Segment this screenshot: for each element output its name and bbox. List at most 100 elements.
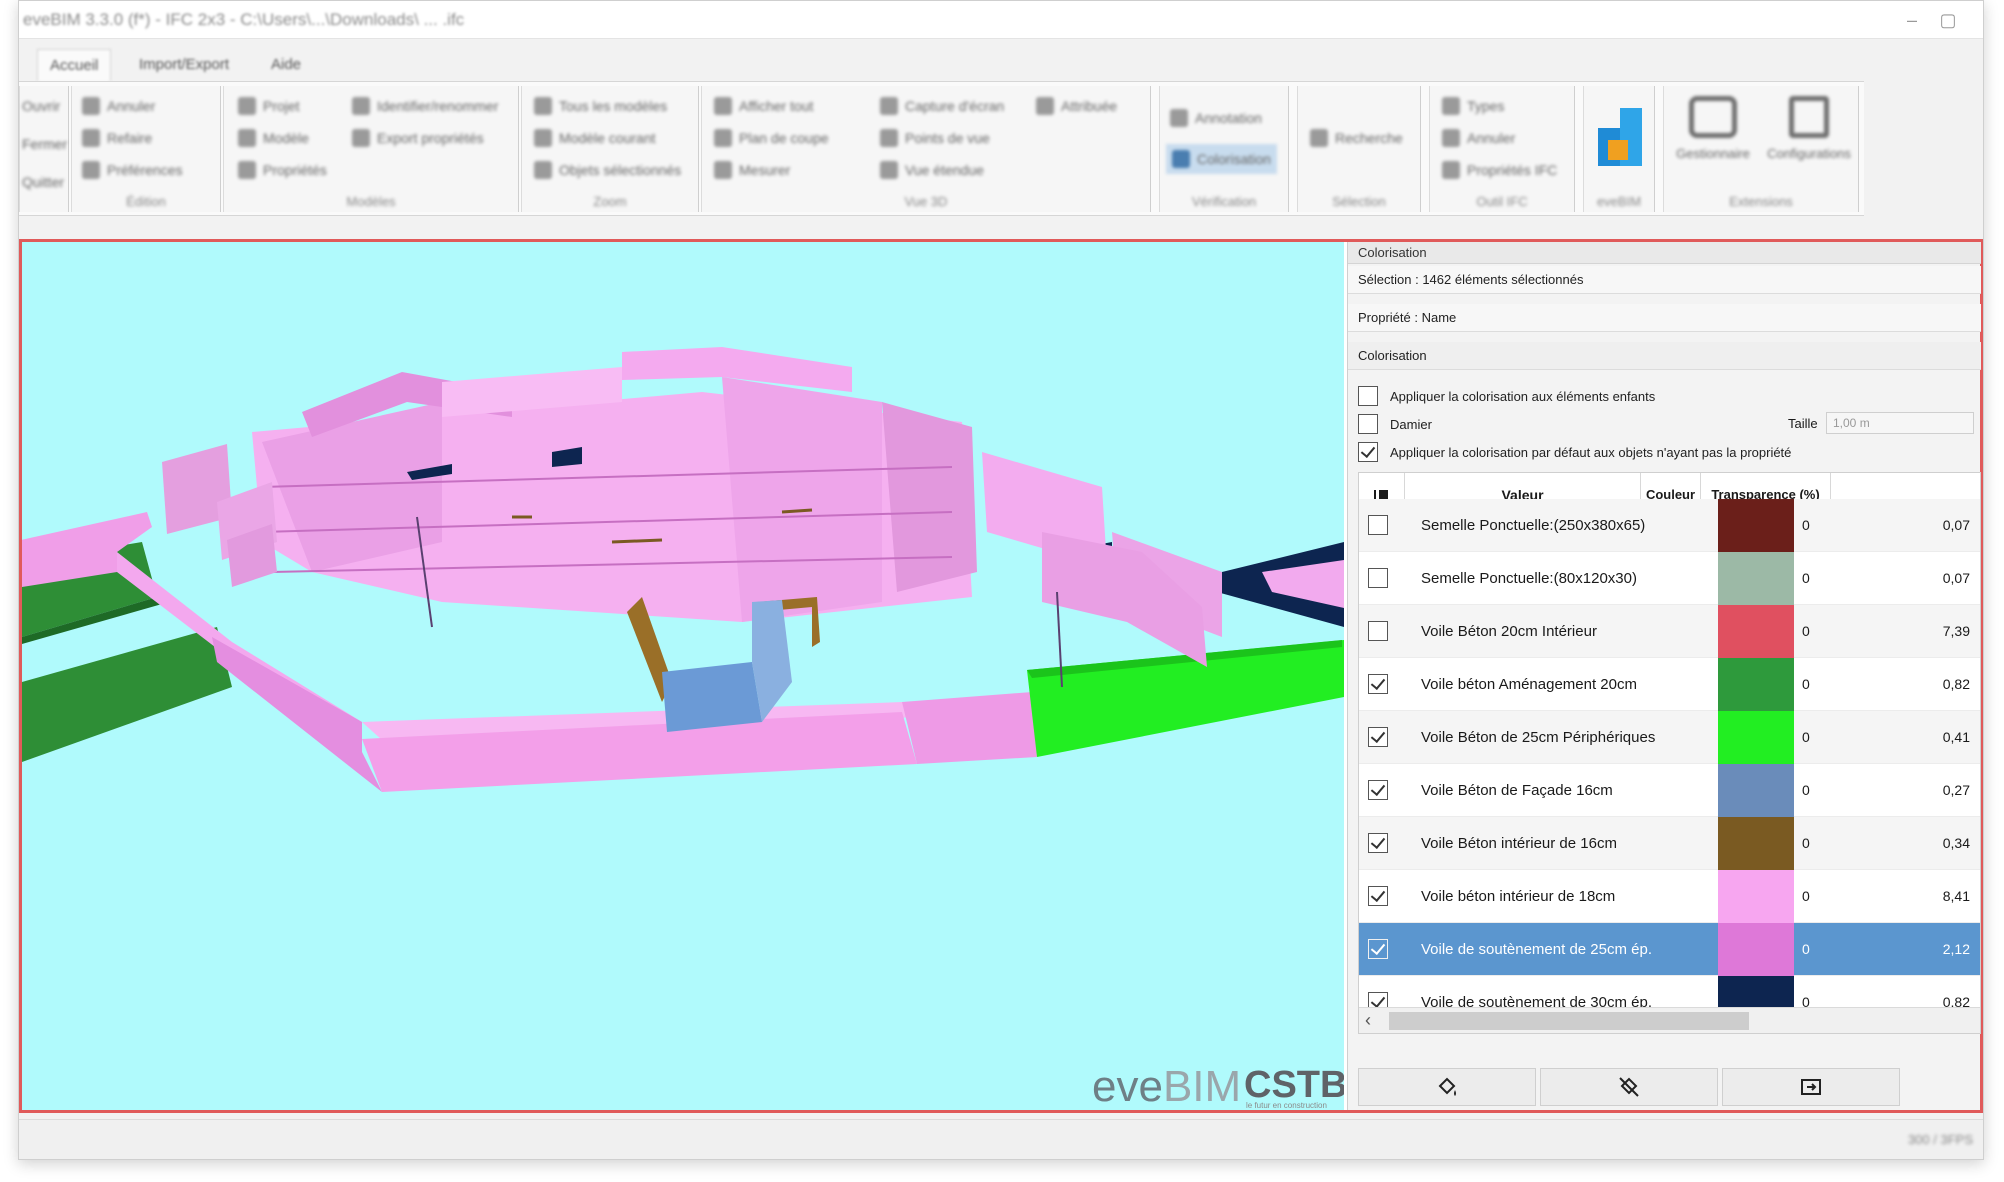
tab-import-export[interactable]: Import/Export	[127, 49, 241, 81]
maximize-icon[interactable]: ▢	[1935, 7, 1961, 33]
ribbon-group-label: Sélection	[1332, 194, 1386, 209]
row-checkbox[interactable]	[1368, 780, 1388, 800]
row-transparency[interactable]: 0	[1802, 923, 1810, 976]
export-colors-button[interactable]	[1722, 1068, 1900, 1106]
scroll-left-icon[interactable]: ‹	[1365, 1010, 1371, 1031]
row-color-swatch[interactable]	[1718, 499, 1794, 552]
row-transparency[interactable]: 0	[1802, 552, 1810, 605]
option-default-colorisation[interactable]: Appliquer la colorisation par défaut aux…	[1358, 440, 1791, 464]
scrollbar-thumb[interactable]	[1389, 1012, 1749, 1030]
ribbon-undo[interactable]: Annuler	[82, 94, 155, 118]
ribbon-open[interactable]: Ouvrir	[22, 94, 60, 118]
row-color-swatch[interactable]	[1718, 552, 1794, 605]
types-icon	[1442, 97, 1460, 115]
table-row[interactable]: Semelle Ponctuelle:(80x120x30) 0 0,07	[1359, 552, 1980, 605]
table-row[interactable]: Voile béton intérieur de 18cm 0 8,41	[1359, 870, 1980, 923]
3d-model-render	[22, 347, 1344, 792]
blue-facade-wall	[662, 662, 762, 732]
row-color-swatch[interactable]	[1718, 923, 1794, 976]
evebim-logo-icon[interactable]	[1598, 108, 1642, 166]
ribbon-project[interactable]: Projet	[238, 94, 300, 118]
row-transparency[interactable]: 0	[1802, 870, 1810, 923]
ribbon-measure[interactable]: Mesurer	[714, 158, 790, 182]
row-color-swatch[interactable]	[1718, 870, 1794, 923]
tab-accueil[interactable]: Accueil	[37, 49, 112, 81]
option-checkerboard[interactable]: Damier	[1358, 412, 1432, 436]
evebim-logo: eveBIM	[1092, 1062, 1242, 1110]
row-percentage: 0,34	[1942, 835, 1970, 851]
ribbon-search[interactable]: Recherche	[1310, 126, 1403, 150]
row-color-swatch[interactable]	[1718, 817, 1794, 870]
ribbon-quit[interactable]: Quitter	[22, 170, 64, 194]
checkerboard-checkbox[interactable]	[1358, 414, 1378, 434]
row-transparency[interactable]: 0	[1802, 499, 1810, 552]
table-row[interactable]: Voile Béton intérieur de 16cm 0 0,34	[1359, 817, 1980, 870]
ribbon-extended-view[interactable]: Vue étendue	[880, 158, 984, 182]
ribbon-annotation[interactable]: Annotation	[1170, 106, 1262, 130]
ribbon-identify[interactable]: Identifier/renommer	[352, 94, 498, 118]
ribbon-zoom-selected[interactable]: Objets sélectionnés	[534, 158, 681, 182]
table-row[interactable]: Voile de soutènement de 25cm ép. 0 2,12	[1359, 923, 1980, 976]
row-transparency[interactable]: 0	[1802, 658, 1810, 711]
ribbon-preferences[interactable]: Préférences	[82, 158, 182, 182]
row-value: Voile Béton de 25cm Périphériques	[1421, 729, 1656, 746]
row-color-swatch[interactable]	[1718, 764, 1794, 817]
table-row[interactable]: Voile Béton de 25cm Périphériques 0 0,41	[1359, 711, 1980, 764]
ribbon-show-all[interactable]: Afficher tout	[714, 94, 813, 118]
row-checkbox[interactable]	[1368, 886, 1388, 906]
ribbon-ifc-cancel[interactable]: Annuler	[1442, 126, 1515, 150]
tab-aide[interactable]: Aide	[259, 49, 313, 81]
row-value: Semelle Ponctuelle:(250x380x65)	[1421, 517, 1646, 534]
ribbon-viewpoints[interactable]: Points de vue	[880, 126, 990, 150]
property-info[interactable]: Propriété : Name	[1348, 304, 1981, 332]
paint-bucket-off-icon	[1619, 1077, 1639, 1097]
table-row[interactable]: Voile béton Aménagement 20cm 0 0,82	[1359, 658, 1980, 711]
ribbon-configurations[interactable]: Configurations	[1764, 96, 1854, 161]
row-transparency[interactable]: 0	[1802, 764, 1810, 817]
workspace: eveBIM CSTB le futur en construction Col…	[19, 239, 1983, 1113]
clear-color-button[interactable]	[1540, 1068, 1718, 1106]
ribbon-close[interactable]: Fermer	[22, 132, 67, 156]
row-transparency[interactable]: 0	[1802, 817, 1810, 870]
ribbon-zoom-all[interactable]: Tous les modèles	[534, 94, 667, 118]
row-checkbox[interactable]	[1368, 727, 1388, 747]
camera-icon	[880, 97, 898, 115]
ribbon-manager[interactable]: Gestionnaire	[1668, 96, 1758, 161]
apply-color-button[interactable]	[1358, 1068, 1536, 1106]
ribbon-properties[interactable]: Propriétés	[238, 158, 327, 182]
default-colorisation-checkbox[interactable]	[1358, 442, 1378, 462]
children-checkbox[interactable]	[1358, 386, 1378, 406]
ribbon-attributed[interactable]: Attribuée	[1036, 94, 1117, 118]
horizontal-scrollbar[interactable]: ‹	[1359, 1007, 1980, 1033]
row-color-swatch[interactable]	[1718, 605, 1794, 658]
ribbon-ifc-properties[interactable]: Propriétés IFC	[1442, 158, 1557, 182]
ribbon-screenshot[interactable]: Capture d'écran	[880, 94, 1004, 118]
ribbon-model[interactable]: Modèle	[238, 126, 309, 150]
table-row[interactable]: Voile Béton de Façade 16cm 0 0,27	[1359, 764, 1980, 817]
row-checkbox[interactable]	[1368, 621, 1388, 641]
taille-input[interactable]	[1826, 412, 1974, 434]
ribbon-group-models: Projet Modèle Propriétés Identifier/reno…	[223, 86, 519, 212]
ribbon-export-properties[interactable]: Export propriétés	[352, 126, 484, 150]
row-transparency[interactable]: 0	[1802, 711, 1810, 764]
row-transparency[interactable]: 0	[1802, 605, 1810, 658]
ribbon-types[interactable]: Types	[1442, 94, 1504, 118]
table-row[interactable]: Semelle Ponctuelle:(250x380x65) 0 0,07	[1359, 499, 1980, 552]
ribbon-colorisation[interactable]: Colorisation	[1166, 144, 1277, 174]
perimeter-wall-left-face	[212, 637, 382, 792]
table-row[interactable]: Voile Béton 20cm Intérieur 0 7,39	[1359, 605, 1980, 658]
row-checkbox[interactable]	[1368, 939, 1388, 959]
row-value: Semelle Ponctuelle:(80x120x30)	[1421, 570, 1637, 587]
row-checkbox[interactable]	[1368, 674, 1388, 694]
row-checkbox[interactable]	[1368, 515, 1388, 535]
option-children[interactable]: Appliquer la colorisation aux éléments e…	[1358, 384, 1655, 408]
3d-viewport[interactable]: eveBIM CSTB le futur en construction	[22, 242, 1344, 1110]
ribbon-redo[interactable]: Refaire	[82, 126, 152, 150]
minimize-icon[interactable]: –	[1899, 7, 1925, 33]
row-checkbox[interactable]	[1368, 833, 1388, 853]
row-color-swatch[interactable]	[1718, 658, 1794, 711]
ribbon-zoom-current[interactable]: Modèle courant	[534, 126, 656, 150]
row-color-swatch[interactable]	[1718, 711, 1794, 764]
row-checkbox[interactable]	[1368, 568, 1388, 588]
ribbon-section-plane[interactable]: Plan de coupe	[714, 126, 829, 150]
